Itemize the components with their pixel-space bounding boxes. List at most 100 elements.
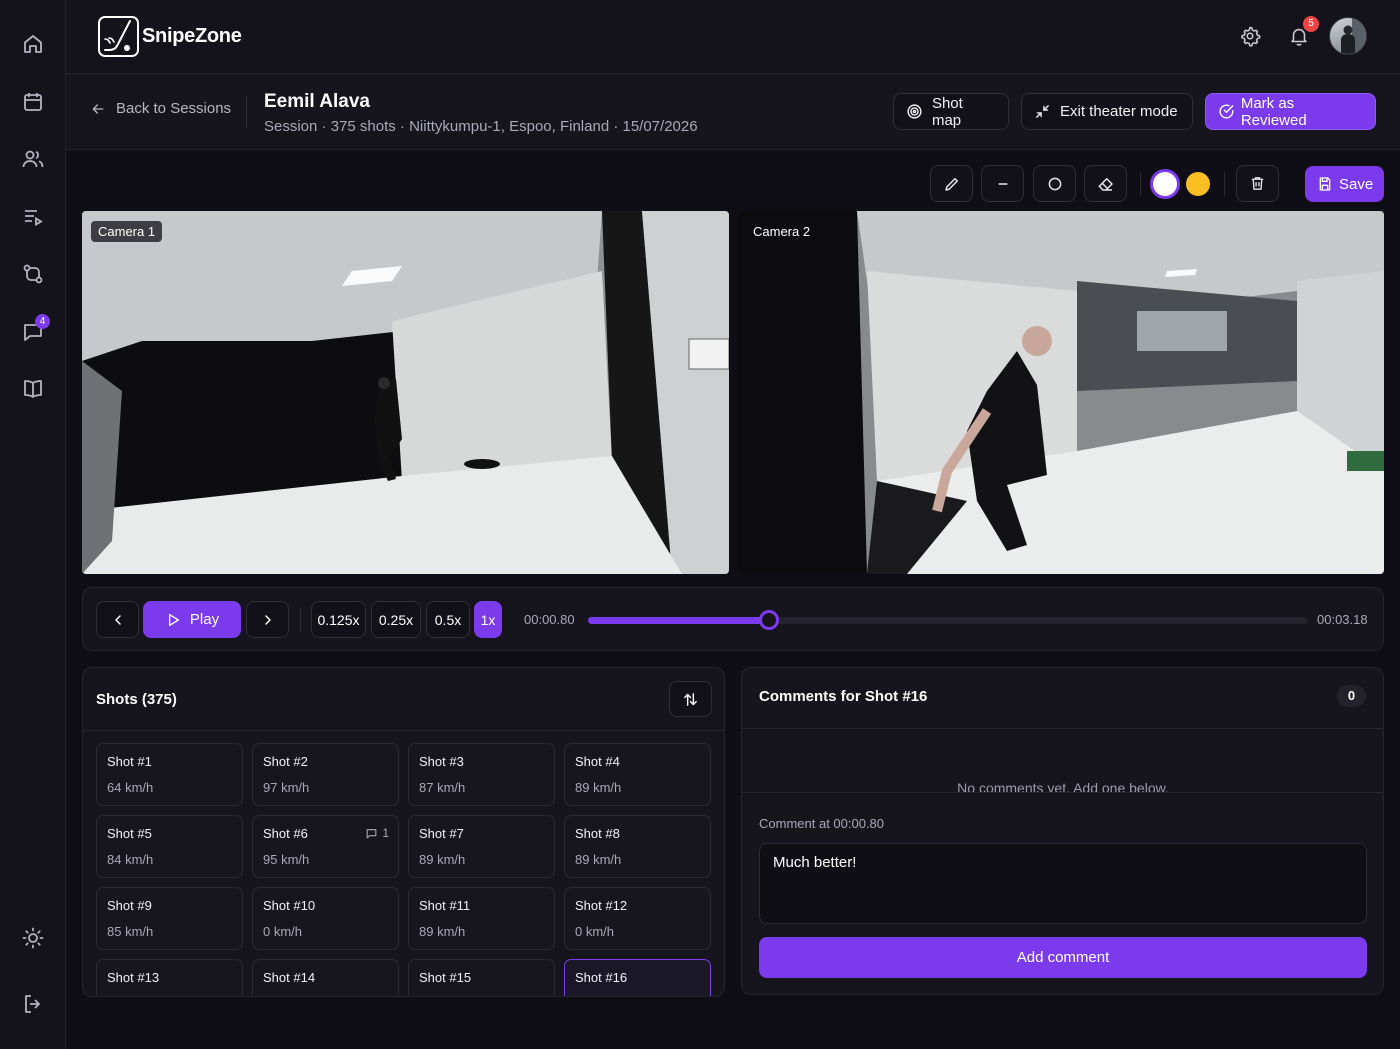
shot-card[interactable]: Shot #16 xyxy=(564,959,711,996)
circle-tool-button[interactable] xyxy=(1033,165,1076,202)
speed-0125-button[interactable]: 0.125x xyxy=(311,601,366,638)
circle-icon xyxy=(1048,177,1061,190)
comment-input[interactable]: Much better! xyxy=(759,843,1367,924)
next-frame-button[interactable] xyxy=(246,601,289,638)
play-button[interactable]: Play xyxy=(143,601,241,638)
shot-speed: 95 km/h xyxy=(263,852,310,867)
logout-icon[interactable] xyxy=(21,992,45,1016)
shot-comment-number: 1 xyxy=(382,826,389,840)
shot-card[interactable]: Shot #10 0 km/h xyxy=(252,887,399,950)
app-name: SnipeZone xyxy=(142,25,242,47)
pencil-tool-button[interactable] xyxy=(930,165,973,202)
shot-name: Shot #4 xyxy=(575,754,620,769)
timeline-handle[interactable] xyxy=(759,610,780,630)
shot-card[interactable]: Shot #7 89 km/h xyxy=(408,815,555,878)
settings-gear-icon[interactable] xyxy=(1239,25,1261,47)
color-swatch-white[interactable] xyxy=(1153,172,1177,196)
timeline-progress xyxy=(588,617,770,624)
shot-card[interactable]: Shot #8 89 km/h xyxy=(564,815,711,878)
shot-speed: 0 km/h xyxy=(263,924,303,939)
shot-comment-count: 1 xyxy=(365,826,389,840)
notification-badge: 5 xyxy=(1303,16,1319,32)
home-icon[interactable] xyxy=(21,32,45,56)
save-button[interactable]: Save xyxy=(1305,166,1384,202)
shot-card[interactable]: Shot #12 0 km/h xyxy=(564,887,711,950)
user-avatar[interactable] xyxy=(1329,17,1367,55)
git-compare-icon[interactable] xyxy=(21,262,45,286)
controls-divider xyxy=(300,608,301,632)
shots-panel: Shots (375) Shot #1 64 km/h Shot #2 97 km/h… xyxy=(82,667,725,997)
sun-icon[interactable] xyxy=(21,926,45,950)
shot-name: Shot #5 xyxy=(107,826,152,841)
current-time: 00:00.80 xyxy=(524,612,575,627)
shot-card[interactable]: Shot #5 84 km/h xyxy=(96,815,243,878)
camera-2-view[interactable]: Camera 2 xyxy=(737,211,1384,574)
eraser-tool-button[interactable] xyxy=(1084,165,1127,202)
shot-name: Shot #1 xyxy=(107,754,152,769)
line-icon xyxy=(998,182,1007,185)
shot-name: Shot #15 xyxy=(419,970,472,985)
check-circle-icon xyxy=(1219,104,1234,119)
eraser-icon xyxy=(1098,177,1113,191)
book-icon[interactable] xyxy=(21,377,45,401)
shot-speed: 89 km/h xyxy=(419,924,466,939)
speed-025-button[interactable]: 0.25x xyxy=(371,601,421,638)
back-to-sessions-link[interactable]: Back to Sessions xyxy=(90,100,231,117)
add-comment-button[interactable]: Add comment xyxy=(759,937,1367,978)
color-swatch-yellow[interactable] xyxy=(1186,172,1210,196)
shot-name: Shot #7 xyxy=(419,826,464,841)
shot-card[interactable]: Shot #9 85 km/h xyxy=(96,887,243,950)
duration-time: 00:03.18 xyxy=(1317,612,1368,627)
timeline-scrubber[interactable] xyxy=(588,610,1308,630)
exit-theater-mode-button[interactable]: Exit theater mode xyxy=(1021,93,1193,130)
users-icon[interactable] xyxy=(21,147,45,171)
session-header: Back to Sessions Eemil Alava Session · 3… xyxy=(66,74,1400,150)
comment-timestamp-label: Comment at 00:00.80 xyxy=(759,816,885,831)
clear-drawing-button[interactable] xyxy=(1236,165,1279,202)
sort-shots-button[interactable] xyxy=(669,681,712,717)
chevron-left-icon xyxy=(114,614,121,625)
shot-card[interactable]: Shot #11 89 km/h xyxy=(408,887,555,950)
calendar-icon[interactable] xyxy=(21,90,45,114)
shot-speed: 0 km/h xyxy=(575,924,615,939)
target-icon xyxy=(907,104,922,119)
shot-card[interactable]: Shot #3 87 km/h xyxy=(408,743,555,806)
speed-05-button[interactable]: 0.5x xyxy=(426,601,470,638)
shot-card[interactable]: Shot #15 xyxy=(408,959,555,996)
shot-card[interactable]: Shot #1 64 km/h xyxy=(96,743,243,806)
shot-speed: 85 km/h xyxy=(107,924,154,939)
shot-map-button[interactable]: Shot map xyxy=(893,93,1009,130)
shot-card[interactable]: Shot #6 95 km/h 1 xyxy=(252,815,399,878)
comment-icon xyxy=(366,828,377,838)
shot-card[interactable]: Shot #2 97 km/h xyxy=(252,743,399,806)
camera-1-label: Camera 1 xyxy=(91,221,163,242)
camera-1-view[interactable]: Camera 1 xyxy=(82,211,729,574)
shot-speed: 84 km/h xyxy=(107,852,154,867)
shot-name: Shot #10 xyxy=(263,898,316,913)
logo[interactable]: SnipeZone xyxy=(98,16,242,57)
mark-as-reviewed-button[interactable]: Mark as Reviewed xyxy=(1205,93,1376,130)
shot-card[interactable]: Shot #14 xyxy=(252,959,399,996)
previous-frame-button[interactable] xyxy=(96,601,139,638)
play-label: Play xyxy=(189,611,220,628)
shot-name: Shot #3 xyxy=(419,754,464,769)
shot-card[interactable]: Shot #4 89 km/h xyxy=(564,743,711,806)
shot-name: Shot #11 xyxy=(419,898,471,913)
arrow-left-icon xyxy=(92,103,104,114)
sidebar: 4 xyxy=(0,0,66,1049)
shot-name: Shot #2 xyxy=(263,754,308,769)
save-label: Save xyxy=(1339,175,1374,193)
comments-divider xyxy=(742,728,1383,729)
save-icon xyxy=(1319,177,1331,191)
session-title: Eemil Alava xyxy=(264,91,370,112)
shots-divider xyxy=(83,730,724,731)
speed-1-button[interactable]: 1x xyxy=(474,601,502,638)
messages-badge: 4 xyxy=(35,314,50,329)
shot-card[interactable]: Shot #13 xyxy=(96,959,243,996)
shot-name: Shot #8 xyxy=(575,826,620,841)
comment-count-badge: 0 xyxy=(1337,685,1366,707)
chevron-right-icon xyxy=(264,614,271,625)
playlist-icon[interactable] xyxy=(21,205,45,229)
shot-name: Shot #13 xyxy=(107,970,160,985)
line-tool-button[interactable] xyxy=(981,165,1024,202)
